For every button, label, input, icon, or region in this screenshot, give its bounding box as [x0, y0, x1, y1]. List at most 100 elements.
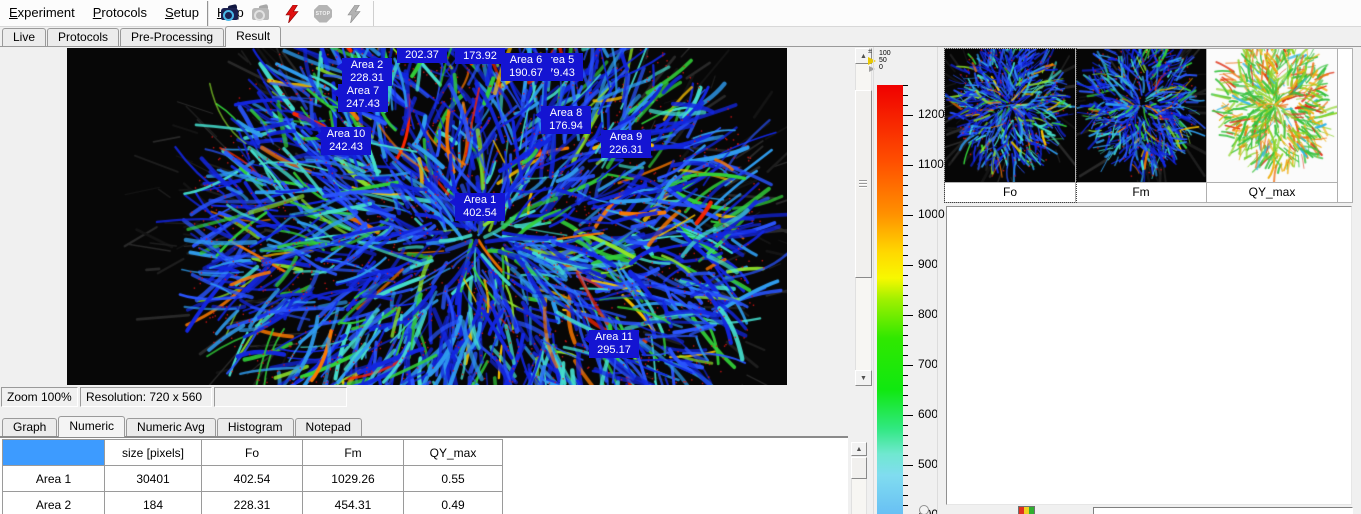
table-row: Area 130401402.541029.260.55: [3, 466, 503, 492]
area-name: Area 2: [346, 59, 388, 72]
camera-capture-icon[interactable]: [219, 4, 241, 24]
area-label-area-1[interactable]: Area 1402.54: [455, 193, 505, 221]
menu-experiment[interactable]: Experiment: [0, 0, 84, 26]
scale-yellow-arrow-icon: [868, 57, 876, 65]
scale-gray-arrow-icon: [869, 66, 875, 72]
table-row-label[interactable]: Area 1: [3, 466, 105, 492]
camera-lens: [223, 10, 234, 21]
thumbnail-qy-max[interactable]: QY_max: [1207, 49, 1338, 202]
scale-plusminus: ±: [868, 48, 872, 55]
table-cell[interactable]: 30401: [105, 466, 202, 492]
radio-button-cutoff[interactable]: [919, 505, 929, 514]
table-corner-cell[interactable]: [3, 440, 105, 466]
table-scrollbar-thumb[interactable]: [851, 457, 867, 479]
toolbar: STOP: [207, 1, 374, 26]
area-label-area-8[interactable]: Area 8176.94: [541, 106, 591, 134]
fluorescence-image-viewport[interactable]: Area 2228.31Area 4202.37Area 3173.92Area…: [67, 48, 787, 385]
tab-numeric-avg[interactable]: Numeric Avg: [126, 418, 216, 436]
thumbnail-image-qy-max: [1207, 49, 1337, 182]
table-col-fm[interactable]: Fm: [303, 440, 404, 466]
area-label-area-10[interactable]: Area 10242.43: [321, 127, 371, 155]
flash-run-icon[interactable]: [281, 4, 303, 24]
table-col-size-pixels-[interactable]: size [pixels]: [105, 440, 202, 466]
scale-adjust-icon[interactable]: ± 100500: [866, 48, 898, 78]
tab-notepad[interactable]: Notepad: [295, 418, 362, 436]
table-col-qy-max[interactable]: QY_max: [404, 440, 503, 466]
thumbnail-label: Fm: [1076, 182, 1206, 202]
area-label-area-7[interactable]: Area 7247.43: [338, 84, 388, 112]
result-data-tab-bar: GraphNumericNumeric AvgHistogramNotepad: [0, 413, 848, 437]
area-value: 226.31: [605, 144, 647, 157]
area-name: Area 11: [593, 331, 635, 344]
palette-icon-cutoff[interactable]: [1018, 506, 1035, 514]
area-label-area-11[interactable]: Area 11295.17: [589, 330, 639, 358]
tab-histogram[interactable]: Histogram: [217, 418, 294, 436]
divider: [873, 47, 874, 514]
table-scroll-up-button[interactable]: ▲: [851, 442, 867, 456]
camera-export-icon[interactable]: [250, 4, 272, 24]
zoom-status: Zoom 100%: [1, 387, 78, 407]
menu-setup[interactable]: Setup: [156, 0, 208, 26]
input-field-cutoff[interactable]: [1093, 507, 1353, 514]
area-label-area-2[interactable]: Area 2228.31: [342, 58, 392, 86]
area-name: Area 10: [325, 128, 367, 141]
label-pointer-icon: [336, 63, 342, 71]
table-scrollbar-track[interactable]: [851, 479, 867, 514]
area-value: 242.43: [325, 141, 367, 154]
thumbnail-fm[interactable]: Fm: [1076, 49, 1207, 202]
thumbnail-label: QY_max: [1207, 182, 1337, 202]
color-scale-bar: [877, 85, 903, 514]
divider: [937, 47, 938, 514]
stop-sign-icon[interactable]: STOP: [312, 4, 334, 24]
area-label-area-4[interactable]: Area 4202.37: [397, 48, 447, 63]
menu-protocols[interactable]: Protocols: [84, 0, 156, 26]
tab-result[interactable]: Result: [225, 26, 281, 47]
table-cell[interactable]: 184: [105, 492, 202, 514]
colorbar-tick-label: 600: [918, 407, 938, 421]
table-cell[interactable]: 454.31: [303, 492, 404, 514]
tab-live[interactable]: Live: [2, 28, 46, 46]
table-col-fo[interactable]: Fo: [202, 440, 303, 466]
colorbar-tick-label: 1200: [918, 107, 945, 121]
empty-status: [214, 387, 347, 407]
label-pointer-icon: [535, 111, 541, 119]
area-label-area-9[interactable]: Area 9226.31: [601, 130, 651, 158]
colorbar-tick-label: 500: [918, 457, 938, 471]
table-cell[interactable]: 0.55: [404, 466, 503, 492]
colorbar-tick-label: 700: [918, 357, 938, 371]
image-scrollbar-thumb[interactable]: [855, 90, 872, 278]
table-cell[interactable]: 1029.26: [303, 466, 404, 492]
table-cell[interactable]: 402.54: [202, 466, 303, 492]
thumbnail-fo[interactable]: Fo: [945, 49, 1076, 202]
scale-icon-numbers: 100500: [879, 50, 891, 71]
fluorescence-image[interactable]: [67, 48, 787, 385]
area-name: Area 6: [505, 54, 547, 67]
colorbar-tick-label: 1000: [918, 207, 945, 221]
colorbar-tick-label: 1100: [918, 157, 944, 171]
thumbnail-image-fo: [945, 49, 1075, 182]
area-value: 190.67: [505, 67, 547, 80]
label-pointer-icon: [449, 198, 455, 206]
label-pointer-icon: [583, 335, 589, 343]
area-label-area-3[interactable]: Area 3173.92: [455, 48, 505, 64]
colorbar-tick-label: 900: [918, 257, 938, 271]
label-pointer-icon: [315, 132, 321, 140]
tab-pre-processing[interactable]: Pre-Processing: [120, 28, 224, 46]
main-tab-bar: LiveProtocolsPre-ProcessingResult: [0, 27, 1361, 47]
stop-sign-glyph: STOP: [314, 5, 332, 23]
numeric-table-panel: size [pixels]FoFmQY_maxArea 130401402.54…: [0, 437, 848, 514]
tab-protocols[interactable]: Protocols: [47, 28, 119, 46]
table-row: Area 2184228.31454.310.49: [3, 492, 503, 514]
area-label-area-6[interactable]: Area 6190.67: [501, 53, 551, 81]
thumbnail-image-fm: [1076, 49, 1206, 182]
table-cell[interactable]: 228.31: [202, 492, 303, 514]
menu-bar: ExperimentProtocolsSetupHelp: [0, 0, 1361, 27]
flash-single-icon[interactable]: [343, 4, 365, 24]
table-cell[interactable]: 0.49: [404, 492, 503, 514]
right-content-panel: [946, 206, 1352, 505]
tab-graph[interactable]: Graph: [2, 418, 57, 436]
image-scroll-down-button[interactable]: ▼: [855, 370, 872, 386]
table-row-label[interactable]: Area 2: [3, 492, 105, 514]
tab-numeric[interactable]: Numeric: [58, 416, 125, 437]
area-value: 295.17: [593, 344, 635, 357]
